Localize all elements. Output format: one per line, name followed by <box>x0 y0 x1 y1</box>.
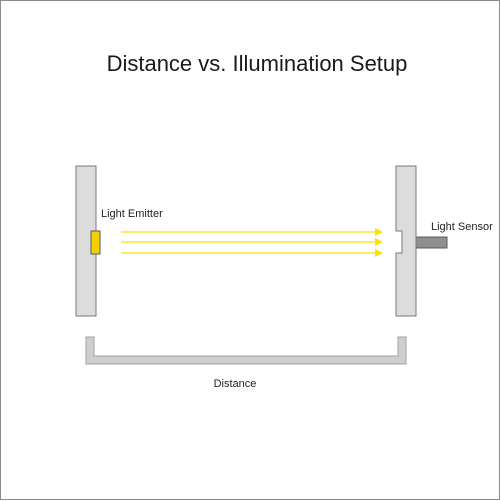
sensor-arm <box>414 236 448 249</box>
light-emitter <box>90 230 101 255</box>
distance-bracket <box>85 336 407 365</box>
setup-diagram: Distance vs. Illumination Setup Light Em… <box>75 51 493 390</box>
distance-label: Distance <box>214 378 257 390</box>
diagram-title: Distance vs. Illumination Setup <box>107 51 408 76</box>
emitter-label: Light Emitter <box>101 208 163 220</box>
sensor-panel <box>395 165 417 317</box>
sensor-label: Light Sensor <box>431 221 493 233</box>
light-rays <box>121 228 383 257</box>
diagram-canvas: Distance vs. Illumination Setup Light Em… <box>0 0 500 500</box>
